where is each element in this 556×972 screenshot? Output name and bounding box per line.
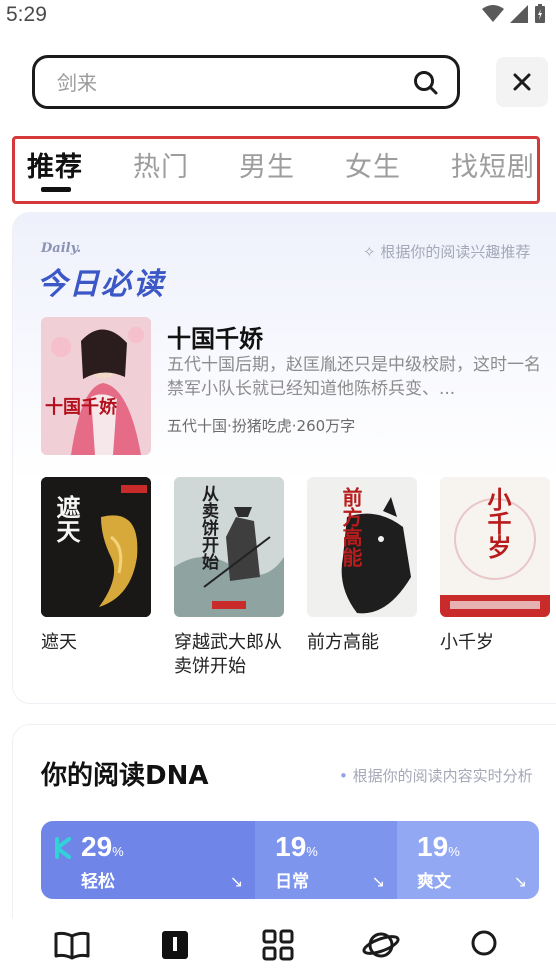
dna-distribution-bar: 29% 轻松 ↘ 19% 日常 ↘ 19% 爽文 ↘ xyxy=(41,821,539,899)
dna-percent: 19% xyxy=(417,831,460,862)
search-box[interactable] xyxy=(32,55,460,109)
book-cover-art xyxy=(174,477,284,617)
dna-label: 轻松 xyxy=(81,872,115,892)
daily-title: 今日必读 xyxy=(37,267,165,302)
tab-short-drama[interactable]: 找短剧 xyxy=(451,145,535,184)
nav-bookshelf[interactable] xyxy=(50,923,94,967)
book-title[interactable]: 遮天 xyxy=(41,631,153,655)
brand-k-icon xyxy=(55,837,71,859)
featured-book-description: 五代十国后期，赵匡胤还只是中级校尉，这时一名禁军小队长就已经知道他陈桥兵变、..… xyxy=(167,355,541,399)
active-tab-indicator xyxy=(41,187,71,192)
book-cover[interactable]: 前方高能 xyxy=(307,477,417,617)
daily-recommend-card: Daily. 今日必读 ✧ 根据你的阅读兴趣推荐 十国千娇 十国千娇 五代十国后… xyxy=(12,212,556,704)
planet-icon xyxy=(362,932,400,958)
book-cover-title: 小千岁 xyxy=(483,487,512,559)
category-tabs: 推荐 热门 男生 女生 找短剧 xyxy=(12,136,540,204)
search-icon[interactable] xyxy=(413,70,439,96)
book-title[interactable]: 前方高能 xyxy=(307,631,419,655)
dna-segment[interactable]: 19% 爽文 ↘ xyxy=(397,821,539,899)
featured-book-cover[interactable]: 十国千娇 xyxy=(41,317,151,455)
tab-female[interactable]: 女生 xyxy=(345,145,401,184)
status-icons xyxy=(482,4,546,24)
tab-recommend[interactable]: 推荐 xyxy=(27,145,83,184)
battery-icon xyxy=(535,4,545,23)
dot-icon: • xyxy=(339,767,348,785)
dna-hint: • 根据你的阅读内容实时分析 xyxy=(339,765,533,786)
dna-percent: 19% xyxy=(275,831,318,862)
featured-cover-art xyxy=(41,317,151,455)
nav-categories[interactable] xyxy=(256,923,300,967)
dna-segment[interactable]: 19% 日常 ↘ xyxy=(255,821,398,899)
nav-bookstore[interactable] xyxy=(153,923,197,967)
status-bar: 5:29 xyxy=(0,0,556,36)
book-item[interactable]: 小千岁 小千岁 xyxy=(440,477,552,655)
daily-en-label: Daily. xyxy=(41,241,82,256)
book-cover[interactable]: 遮天 xyxy=(41,477,151,617)
book-cover[interactable]: 从卖饼开始 xyxy=(174,477,284,617)
open-book-icon xyxy=(54,931,90,960)
featured-cover-title: 十国千娇 xyxy=(45,397,117,418)
tab-male[interactable]: 男生 xyxy=(239,145,295,184)
dna-label: 日常 xyxy=(275,872,310,892)
daily-hint: ✧ 根据你的阅读兴趣推荐 xyxy=(363,241,530,262)
book-cover-title: 从卖饼开始 xyxy=(198,485,218,570)
featured-book-tags: 五代十国·扮猪吃虎·260万字 xyxy=(167,417,356,435)
reading-dna-card: 你的阅读DNA • 根据你的阅读内容实时分析 29% 轻松 ↘ 19% 日常 ↘… xyxy=(12,724,556,934)
dna-title: 你的阅读DNA xyxy=(41,761,209,791)
wifi-icon xyxy=(482,5,504,22)
book-item[interactable]: 从卖饼开始 穿越武大郎从卖饼开始 xyxy=(174,477,286,679)
arrow-down-right-icon: ↘ xyxy=(371,872,386,891)
book-filled-icon xyxy=(161,931,188,959)
book-item[interactable]: 遮天 遮天 xyxy=(41,477,153,655)
sparkle-icon: ✧ xyxy=(363,243,376,261)
nav-discover[interactable] xyxy=(359,923,403,967)
book-title[interactable]: 小千岁 xyxy=(440,631,552,655)
close-button[interactable] xyxy=(496,57,548,107)
search-row xyxy=(0,55,556,111)
book-cover-title: 前方高能 xyxy=(339,487,363,567)
dna-segment[interactable]: 29% 轻松 ↘ xyxy=(41,821,256,899)
tab-hot[interactable]: 热门 xyxy=(133,145,189,184)
arrow-down-right-icon: ↘ xyxy=(229,872,244,891)
grid-icon xyxy=(262,929,294,961)
close-icon xyxy=(513,73,531,91)
book-item[interactable]: 前方高能 前方高能 xyxy=(307,477,419,655)
signal-icon xyxy=(510,5,528,23)
status-time: 5:29 xyxy=(6,3,47,26)
daily-hint-text: 根据你的阅读兴趣推荐 xyxy=(380,243,531,261)
nav-profile[interactable] xyxy=(462,923,506,967)
profile-icon xyxy=(471,930,497,956)
dna-percent: 29% xyxy=(81,831,124,862)
featured-book-title[interactable]: 十国千娇 xyxy=(167,319,263,354)
dna-hint-text: 根据你的阅读内容实时分析 xyxy=(352,767,533,785)
book-cover-title: 遮天 xyxy=(52,495,81,543)
arrow-down-right-icon: ↘ xyxy=(513,872,527,891)
book-cover[interactable]: 小千岁 xyxy=(440,477,550,617)
search-input[interactable] xyxy=(57,68,397,98)
book-title[interactable]: 穿越武大郎从卖饼开始 xyxy=(174,631,286,679)
bottom-nav xyxy=(0,918,556,972)
dna-label: 爽文 xyxy=(417,872,452,892)
